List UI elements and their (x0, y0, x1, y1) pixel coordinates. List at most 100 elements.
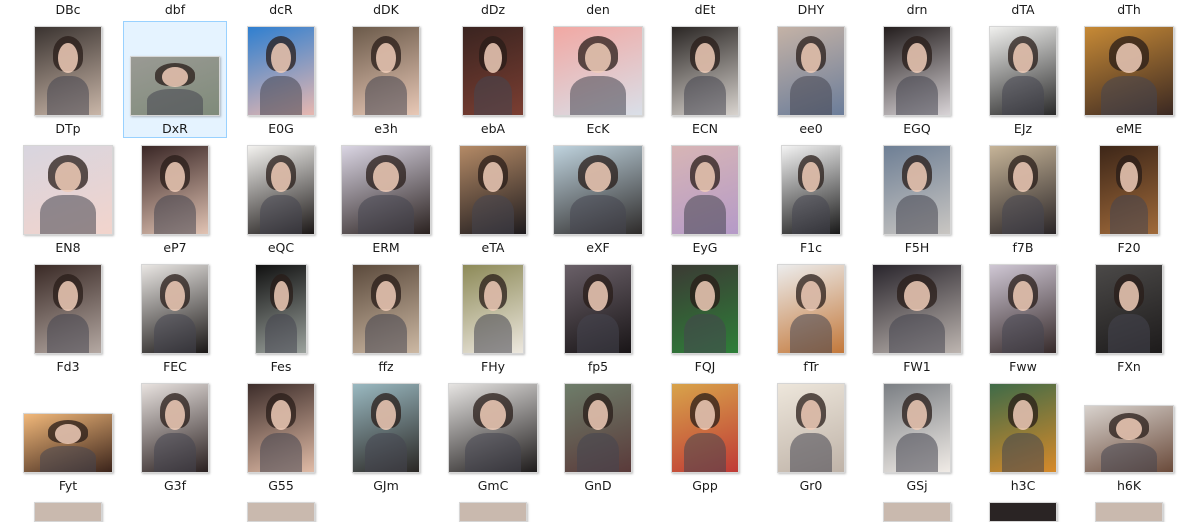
file-thumbnail-fxn[interactable] (1095, 264, 1163, 354)
file-thumbnail-f7b[interactable] (989, 145, 1057, 235)
file-label[interactable]: Gpp (655, 478, 755, 494)
file-label[interactable]: fp5 (548, 359, 648, 375)
file-label[interactable]: eQC (231, 240, 331, 256)
file-label[interactable]: dDz (443, 2, 543, 18)
file-thumbnail-fp5[interactable] (564, 264, 632, 354)
file-thumbnail-fhy[interactable] (462, 264, 524, 354)
file-label[interactable]: DxR (125, 121, 225, 137)
file-label[interactable]: DHY (761, 2, 861, 18)
file-thumbnail-gnd[interactable] (564, 383, 632, 473)
file-label[interactable]: ERM (336, 240, 436, 256)
file-label[interactable]: dDK (336, 2, 436, 18)
file-label[interactable]: GSj (867, 478, 967, 494)
file-label[interactable]: FXn (1079, 359, 1179, 375)
file-thumbnail-egq[interactable] (883, 26, 951, 116)
file-thumbnail-ftr[interactable] (777, 264, 845, 354)
file-label[interactable]: DTp (18, 121, 118, 137)
file-label[interactable]: GmC (443, 478, 543, 494)
file-label[interactable]: dEt (655, 2, 755, 18)
file-thumbnail-partial[interactable] (459, 502, 527, 522)
file-label[interactable]: ECN (655, 121, 755, 137)
file-label[interactable]: Gr0 (761, 478, 861, 494)
file-thumbnail-gmc[interactable] (448, 383, 538, 473)
file-thumbnail-partial[interactable] (34, 502, 102, 522)
file-label[interactable]: EcK (548, 121, 648, 137)
file-thumbnail-dxr[interactable] (130, 56, 220, 116)
file-label[interactable]: eTA (443, 240, 543, 256)
file-thumbnail-dtp[interactable] (34, 26, 102, 116)
file-label[interactable]: eME (1079, 121, 1179, 137)
file-label[interactable]: Fww (973, 359, 1073, 375)
file-thumbnail-ecn[interactable] (671, 26, 739, 116)
file-label[interactable]: EN8 (18, 240, 118, 256)
file-label[interactable]: FW1 (867, 359, 967, 375)
file-thumbnail-h6k[interactable] (1084, 405, 1174, 473)
file-thumbnail-ejz[interactable] (989, 26, 1057, 116)
file-label[interactable]: G3f (125, 478, 225, 494)
file-thumbnail-fyt[interactable] (23, 413, 113, 473)
file-thumbnail-e3h[interactable] (352, 26, 420, 116)
file-thumbnail-partial[interactable] (247, 502, 315, 522)
file-label[interactable]: h3C (973, 478, 1073, 494)
file-label[interactable]: Fd3 (18, 359, 118, 375)
file-label[interactable]: G55 (231, 478, 331, 494)
file-thumbnail-eck[interactable] (553, 26, 643, 116)
file-label[interactable]: FEC (125, 359, 225, 375)
file-label[interactable]: F1c (761, 240, 861, 256)
file-label[interactable]: dcR (231, 2, 331, 18)
file-label[interactable]: EyG (655, 240, 755, 256)
file-thumbnail-fww[interactable] (989, 264, 1057, 354)
file-thumbnail-gpp[interactable] (671, 383, 739, 473)
file-label[interactable]: den (548, 2, 648, 18)
file-label[interactable]: drn (867, 2, 967, 18)
file-thumbnail-en8[interactable] (23, 145, 113, 235)
file-thumbnail-gsj[interactable] (883, 383, 951, 473)
file-label[interactable]: F20 (1079, 240, 1179, 256)
file-label[interactable]: DBc (18, 2, 118, 18)
file-thumbnail-ffz[interactable] (352, 264, 420, 354)
file-thumbnail-f20[interactable] (1099, 145, 1159, 235)
file-label[interactable]: h6K (1079, 478, 1179, 494)
file-thumbnail-ee0[interactable] (777, 26, 845, 116)
file-label[interactable]: GJm (336, 478, 436, 494)
file-thumbnail-fd3[interactable] (34, 264, 102, 354)
file-thumbnail-eta[interactable] (459, 145, 527, 235)
file-label[interactable]: EGQ (867, 121, 967, 137)
file-label[interactable]: fTr (761, 359, 861, 375)
file-label[interactable]: f7B (973, 240, 1073, 256)
file-thumbnail-fec[interactable] (141, 264, 209, 354)
file-thumbnail-eba[interactable] (462, 26, 524, 116)
file-label[interactable]: eXF (548, 240, 648, 256)
file-label[interactable]: FHy (443, 359, 543, 375)
file-thumbnail-e0g[interactable] (247, 26, 315, 116)
file-label[interactable]: ee0 (761, 121, 861, 137)
file-label[interactable]: dTh (1079, 2, 1179, 18)
file-thumbnail-fqj[interactable] (671, 264, 739, 354)
file-label[interactable]: Fyt (18, 478, 118, 494)
file-label[interactable]: Fes (231, 359, 331, 375)
file-thumbnail-partial[interactable] (1095, 502, 1163, 522)
file-thumbnail-f1c[interactable] (781, 145, 841, 235)
file-label[interactable]: dbf (125, 2, 225, 18)
file-thumbnail-h3c[interactable] (989, 383, 1057, 473)
file-thumbnail-g3f[interactable] (141, 383, 209, 473)
file-label[interactable]: ffz (336, 359, 436, 375)
file-thumbnail-gr0[interactable] (777, 383, 845, 473)
file-label[interactable]: EJz (973, 121, 1073, 137)
file-thumbnail-fes[interactable] (255, 264, 307, 354)
file-label[interactable]: dTA (973, 2, 1073, 18)
file-label[interactable]: ebA (443, 121, 543, 137)
file-thumbnail-partial[interactable] (989, 502, 1057, 522)
file-label[interactable]: E0G (231, 121, 331, 137)
file-thumbnail-exf[interactable] (553, 145, 643, 235)
file-thumbnail-partial[interactable] (883, 502, 951, 522)
file-thumbnail-ep7[interactable] (141, 145, 209, 235)
file-thumbnail-erm[interactable] (341, 145, 431, 235)
file-label[interactable]: F5H (867, 240, 967, 256)
file-thumbnail-g55[interactable] (247, 383, 315, 473)
file-thumbnail-f5h[interactable] (883, 145, 951, 235)
file-label[interactable]: GnD (548, 478, 648, 494)
file-thumbnail-fw1[interactable] (872, 264, 962, 354)
file-label[interactable]: FQJ (655, 359, 755, 375)
file-label[interactable]: eP7 (125, 240, 225, 256)
